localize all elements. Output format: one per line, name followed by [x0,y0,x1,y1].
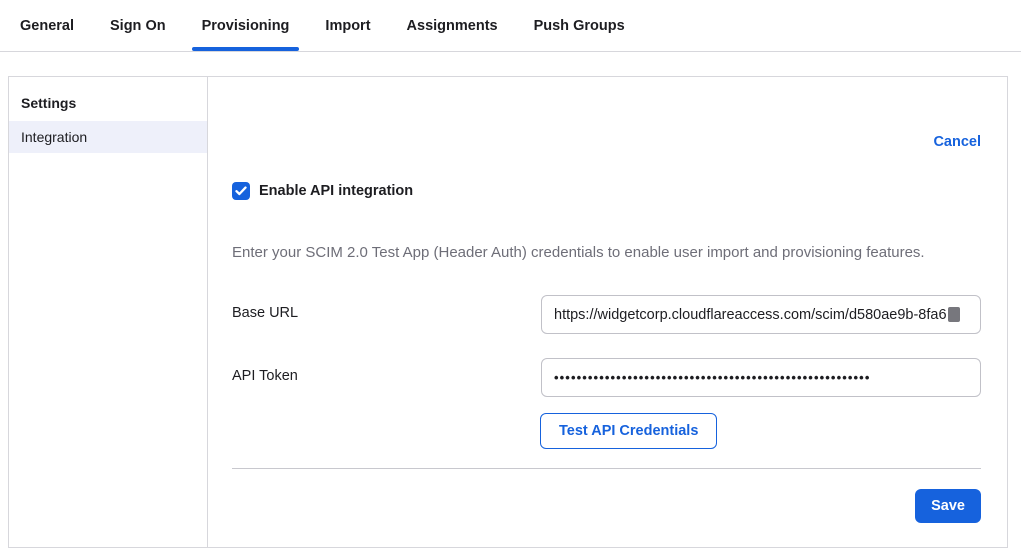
tab-label: Push Groups [534,18,625,34]
tab-label: Assignments [407,18,498,34]
enable-api-integration-checkbox[interactable] [232,182,250,200]
active-tab-underline [192,47,300,51]
form-divider [232,468,981,469]
api-token-field-row: API Token ••••••••••••••••••••••••••••••… [232,358,981,397]
tab-sign-on[interactable]: Sign On [110,2,166,49]
tab-label: Provisioning [202,18,290,34]
base-url-input[interactable]: https://widgetcorp.cloudflareaccess.com/… [541,295,981,334]
cancel-row: Cancel [232,133,981,151]
tab-general[interactable]: General [20,2,74,49]
base-url-field-row: Base URL https://widgetcorp.cloudflareac… [232,295,981,334]
credentials-description: Enter your SCIM 2.0 Test App (Header Aut… [232,244,981,261]
tab-assignments[interactable]: Assignments [407,2,498,49]
text-selection-artifact [948,307,960,322]
tab-label: Sign On [110,18,166,34]
save-button[interactable]: Save [915,489,981,523]
tab-provisioning[interactable]: Provisioning [202,2,290,49]
sidebar-item-integration[interactable]: Integration [9,121,207,153]
checkmark-icon [235,186,247,196]
tab-label: Import [325,18,370,34]
tab-import[interactable]: Import [325,2,370,49]
provisioning-panel: Settings Integration Cancel Enable API i… [8,76,1008,548]
api-token-masked-value: ••••••••••••••••••••••••••••••••••••••••… [554,370,870,385]
api-token-label: API Token [232,358,541,384]
integration-settings-form: Cancel Enable API integration Enter your… [208,77,1007,547]
test-api-credentials-button[interactable]: Test API Credentials [540,413,717,449]
api-token-input[interactable]: ••••••••••••••••••••••••••••••••••••••••… [541,358,981,397]
sidebar-header: Settings [9,85,207,121]
settings-sidebar: Settings Integration [9,77,208,547]
tab-label: General [20,18,74,34]
tab-push-groups[interactable]: Push Groups [534,2,625,49]
enable-api-integration-row: Enable API integration [232,182,981,200]
cancel-button[interactable]: Cancel [933,134,981,150]
enable-api-integration-label: Enable API integration [259,183,413,199]
base-url-value: https://widgetcorp.cloudflareaccess.com/… [554,307,947,323]
test-credentials-row: Test API Credentials [540,413,981,449]
save-row: Save [232,489,981,523]
base-url-label: Base URL [232,295,541,321]
app-tab-bar: General Sign On Provisioning Import Assi… [0,0,1021,52]
